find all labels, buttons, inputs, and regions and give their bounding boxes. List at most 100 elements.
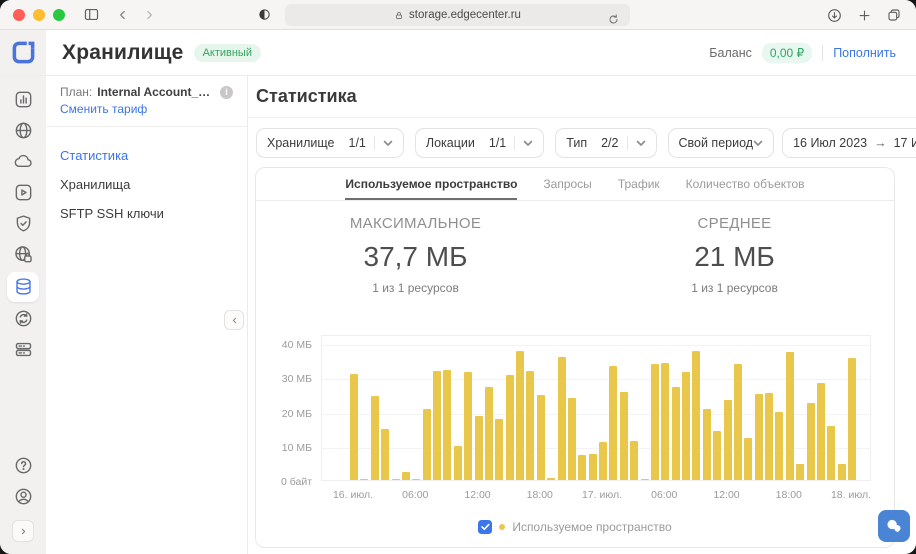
edgecenter-logo[interactable] <box>0 30 46 75</box>
chart-bar[interactable] <box>682 372 690 480</box>
back-icon[interactable] <box>111 3 135 27</box>
tab-inactive[interactable]: Трафик <box>618 168 660 200</box>
privacy-shield-icon[interactable] <box>252 3 276 27</box>
chart-bar[interactable] <box>713 431 721 480</box>
sidebar-toggle-icon[interactable] <box>79 3 103 27</box>
date-from: 16 Июл 2023 <box>793 136 867 150</box>
chart-bar[interactable] <box>464 372 472 480</box>
minimize-window-button[interactable] <box>33 9 45 21</box>
filter-хранилище[interactable]: Хранилище1/1 <box>256 128 404 158</box>
chart-bar[interactable] <box>765 393 773 480</box>
expand-rail-button[interactable] <box>12 520 34 542</box>
chart-bar[interactable] <box>734 364 742 480</box>
chart-bar[interactable] <box>381 429 389 480</box>
nav-item[interactable]: Хранилища <box>60 170 233 199</box>
streaming-icon[interactable] <box>7 179 39 207</box>
chart-bar[interactable] <box>537 395 545 480</box>
filter-локации[interactable]: Локации1/1 <box>415 128 544 158</box>
chart-bar[interactable] <box>412 479 420 481</box>
filter-тип[interactable]: Тип2/2 <box>555 128 656 158</box>
tab-inactive[interactable]: Запросы <box>543 168 591 200</box>
chart-bar[interactable] <box>599 442 607 480</box>
chart-bar[interactable] <box>443 370 451 480</box>
chart-bar[interactable] <box>371 396 379 480</box>
chart-bar[interactable] <box>475 416 483 480</box>
chart-bar[interactable] <box>848 358 856 480</box>
close-window-button[interactable] <box>13 9 25 21</box>
chart-bar[interactable] <box>755 394 763 480</box>
y-axis-label: 20 МБ <box>264 408 312 420</box>
help-icon[interactable] <box>7 452 39 480</box>
forward-icon[interactable] <box>137 3 161 27</box>
legend-checkbox[interactable] <box>478 520 492 534</box>
plan-info-icon[interactable]: i <box>220 86 233 99</box>
chart-bar[interactable] <box>775 412 783 481</box>
storage-database-icon[interactable] <box>7 272 39 302</box>
chart-bar[interactable] <box>526 371 534 480</box>
chart-bar[interactable] <box>651 364 659 480</box>
chart-bar[interactable] <box>609 366 617 480</box>
chart-bar[interactable] <box>807 403 815 480</box>
chart-bar[interactable] <box>620 392 628 480</box>
filter-label: Тип <box>566 136 587 150</box>
chart-bar[interactable] <box>423 409 431 480</box>
account-icon[interactable] <box>7 483 39 511</box>
chart-bar[interactable] <box>547 478 555 480</box>
tab-inactive[interactable]: Количество объектов <box>686 168 805 200</box>
x-axis-label: 18. июл. <box>831 489 871 501</box>
chart-bar[interactable] <box>485 387 493 480</box>
change-plan-link[interactable]: Сменить тариф <box>60 102 233 116</box>
chart-bar[interactable] <box>589 454 597 480</box>
nav-item[interactable]: SFTP SSH ключи <box>60 199 233 228</box>
analytics-icon[interactable] <box>7 86 39 114</box>
chart-bar[interactable] <box>744 438 752 480</box>
chart-bar[interactable] <box>796 464 804 480</box>
chevron-down-icon <box>523 140 533 147</box>
sync-icon[interactable] <box>7 305 39 333</box>
chart-bar[interactable] <box>703 409 711 480</box>
chart-bar[interactable] <box>506 375 514 480</box>
chart-bar[interactable] <box>350 374 358 480</box>
reload-icon[interactable] <box>601 7 625 31</box>
chart-bar[interactable] <box>641 479 649 481</box>
tab-active[interactable]: Используемое пространство <box>345 168 517 200</box>
nav-item[interactable]: Статистика <box>60 141 233 170</box>
chart-bar[interactable] <box>516 351 524 480</box>
chart-bar[interactable] <box>402 472 410 480</box>
web-security-icon[interactable] <box>7 241 39 269</box>
chart-bar[interactable] <box>817 383 825 480</box>
section-title: Статистика <box>256 86 357 107</box>
chart-bar[interactable] <box>630 441 638 480</box>
chart-bar[interactable] <box>827 426 835 480</box>
address-bar[interactable]: storage.edgecenter.ru <box>285 4 630 26</box>
chart-bar[interactable] <box>786 352 794 480</box>
chart-bar[interactable] <box>838 464 846 480</box>
chart-bar[interactable] <box>672 387 680 481</box>
chart-bar[interactable] <box>360 479 368 481</box>
period-filter[interactable]: Свой период <box>668 128 775 158</box>
chart-bar[interactable] <box>558 357 566 480</box>
zoom-window-button[interactable] <box>53 9 65 21</box>
chart-bar[interactable] <box>578 455 586 480</box>
collapse-nav-button[interactable] <box>224 310 244 330</box>
topup-link[interactable]: Пополнить <box>833 46 896 60</box>
download-icon[interactable] <box>822 3 846 27</box>
divider <box>822 45 823 61</box>
chart-bar[interactable] <box>433 371 441 480</box>
globe-icon[interactable] <box>7 117 39 145</box>
chart-bar[interactable] <box>568 398 576 480</box>
chart-bar[interactable] <box>454 446 462 480</box>
support-chat-button[interactable] <box>878 510 910 542</box>
cloud-icon[interactable] <box>7 148 39 176</box>
chart-bar[interactable] <box>661 363 669 480</box>
date-range-picker[interactable]: 16 Июл 2023 → 17 Июл 2023 <box>782 128 916 158</box>
servers-icon[interactable] <box>7 336 39 364</box>
lock-icon <box>394 10 404 21</box>
chart-bar[interactable] <box>692 351 700 480</box>
tabs-overview-icon[interactable] <box>882 3 906 27</box>
shield-check-icon[interactable] <box>7 210 39 238</box>
chart-bar[interactable] <box>495 419 503 480</box>
chart-bar[interactable] <box>392 479 400 481</box>
new-tab-icon[interactable] <box>852 3 876 27</box>
chart-bar[interactable] <box>724 400 732 480</box>
